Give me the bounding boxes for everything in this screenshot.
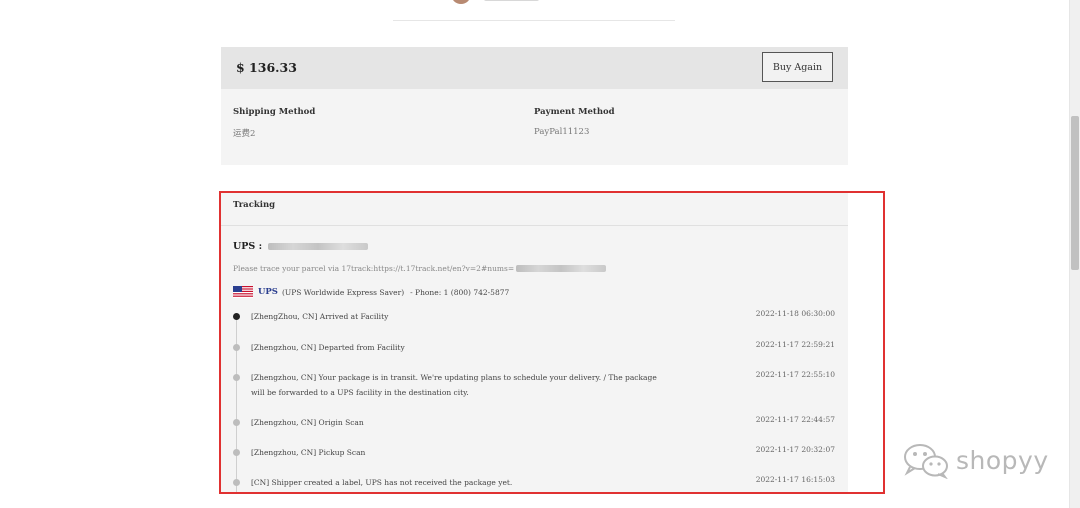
order-info-panel: Shipping Method 运费2 Payment Method PayPa…: [221, 89, 848, 165]
shipping-method-value: 运费2: [233, 129, 256, 139]
shipping-method: Shipping Method 运费2: [233, 107, 315, 139]
buy-again-button[interactable]: Buy Again: [762, 52, 833, 82]
order-total: $ 136.33: [236, 60, 297, 75]
shipping-method-label: Shipping Method: [233, 107, 316, 117]
scrollbar[interactable]: [1069, 0, 1080, 508]
payment-method: Payment Method PayPal11123: [534, 107, 615, 137]
order-summary-header: $ 136.33 Buy Again: [221, 47, 848, 89]
payment-method-label: Payment Method: [534, 107, 615, 117]
highlight-box: [219, 191, 885, 494]
divider: [393, 20, 675, 21]
watermark-text: shopyy: [956, 445, 1049, 475]
avatar: [451, 0, 471, 4]
payment-method-value: PayPal11123: [534, 127, 590, 137]
watermark: shopyy: [902, 441, 1049, 479]
wechat-icon: [904, 444, 948, 479]
scrollbar-thumb[interactable]: [1071, 116, 1079, 270]
blurred-username: [484, 0, 539, 1]
